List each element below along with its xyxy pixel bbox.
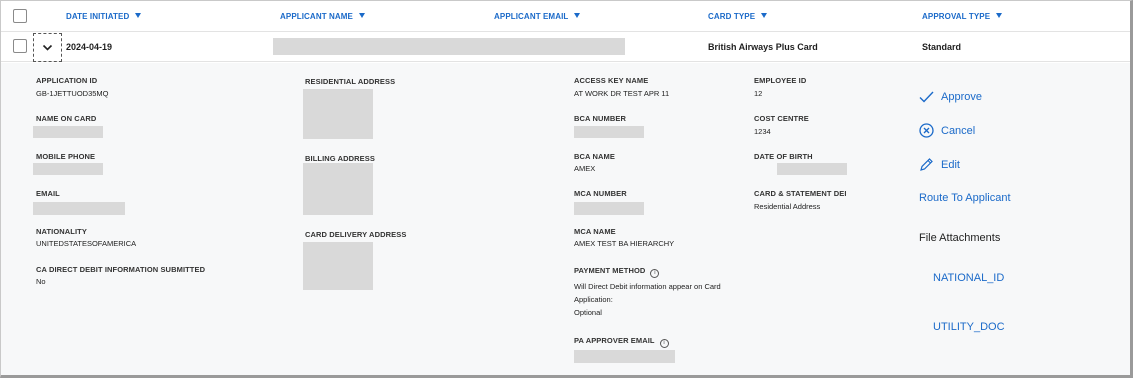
info-icon[interactable]: i — [659, 339, 669, 348]
column-label: CARD TYPE — [708, 12, 756, 21]
redacted-bca-number — [574, 126, 644, 138]
cancel-label: Cancel — [941, 124, 976, 137]
application-detail-panel: APPLICATION ID GB-1JETTUOD35MQ NAME ON C… — [1, 63, 1130, 375]
nationality-label: NATIONALITY — [36, 227, 87, 236]
redacted-mca-number — [574, 202, 644, 215]
payment-method-line1: Will Direct Debit information appear on … — [574, 282, 721, 291]
card-statement-label: CARD & STATEMENT DEI — [754, 189, 847, 198]
employee-id-label: EMPLOYEE ID — [754, 76, 807, 85]
row-expand-toggle[interactable] — [33, 33, 62, 62]
column-applicant-email[interactable]: APPLICANT EMAIL — [494, 12, 581, 21]
redacted-email — [33, 202, 125, 215]
column-label: APPLICANT EMAIL — [494, 12, 569, 21]
card-statement-value: Residential Address — [754, 202, 821, 211]
date-of-birth-label: DATE OF BIRTH — [754, 152, 813, 161]
redacted-mobile-phone — [33, 163, 103, 175]
column-label: APPROVAL TYPE — [922, 12, 991, 21]
cost-centre-label: COST CENTRE — [754, 114, 809, 123]
bca-name-value: AMEX — [574, 164, 596, 173]
sort-caret-icon — [135, 13, 142, 18]
route-label: Route To Applicant — [919, 192, 1011, 204]
table-row: 2024-04-19 British Airways Plus Card Sta… — [1, 32, 1130, 62]
email-label: EMAIL — [36, 189, 60, 198]
column-approval-type[interactable]: APPROVAL TYPE — [922, 12, 1003, 21]
access-key-name-label: ACCESS KEY NAME — [574, 76, 649, 85]
application-id-label: APPLICATION ID — [36, 76, 98, 85]
payment-method-label: PAYMENT METHOD i — [574, 266, 660, 278]
column-label: DATE INITIATED — [66, 12, 130, 21]
sort-caret-icon — [358, 13, 365, 18]
redacted-applicant-name-email — [273, 38, 625, 55]
payment-method-line3: Optional — [574, 308, 602, 317]
column-date-initiated[interactable]: DATE INITIATED — [66, 12, 142, 21]
bca-name-label: BCA NAME — [574, 152, 615, 161]
redacted-pa-approver-email — [574, 350, 675, 363]
cancel-button[interactable]: Cancel — [919, 123, 975, 138]
checkmark-icon — [919, 91, 934, 103]
attachment-national-id-link[interactable]: NATIONAL_ID — [933, 272, 1004, 284]
payment-method-line2: Application: — [574, 295, 613, 304]
card-type-cell: British Airways Plus Card — [708, 42, 818, 52]
payment-method-label-text: PAYMENT METHOD — [574, 266, 646, 275]
mca-name-label: MCA NAME — [574, 227, 616, 236]
pa-approver-email-label: PA APPROVER EMAIL i — [574, 336, 669, 348]
mca-name-value: AMEX TEST BA HIERARCHY — [574, 239, 675, 248]
application-id-value: GB-1JETTUOD35MQ — [36, 89, 109, 98]
employee-id-value: 12 — [754, 89, 763, 98]
mca-number-label: MCA NUMBER — [574, 189, 627, 198]
access-key-name-value: AT WORK DR TEST APR 11 — [574, 89, 670, 98]
attachment-utility-doc-link[interactable]: UTILITY_DOC — [933, 321, 1005, 333]
pa-approver-email-label-text: PA APPROVER EMAIL — [574, 336, 655, 345]
bca-number-label: BCA NUMBER — [574, 114, 626, 123]
sort-caret-icon — [996, 13, 1003, 18]
redacted-residential-address — [303, 89, 373, 139]
billing-address-label: BILLING ADDRESS — [305, 154, 375, 163]
mobile-phone-label: MOBILE PHONE — [36, 152, 96, 161]
sort-caret-icon — [574, 13, 581, 18]
date-initiated-cell: 2024-04-19 — [66, 42, 113, 52]
redacted-card-delivery-address — [303, 242, 373, 290]
route-to-applicant-button[interactable]: Route To Applicant — [919, 192, 1011, 204]
file-attachments-heading: File Attachments — [919, 232, 1001, 244]
ca-direct-debit-label: CA DIRECT DEBIT INFORMATION SUBMITTED — [36, 265, 206, 274]
residential-address-label: RESIDENTIAL ADDRESS — [305, 77, 396, 86]
approve-button[interactable]: Approve — [919, 91, 982, 103]
select-all-checkbox[interactable] — [13, 9, 27, 23]
column-applicant-name[interactable]: APPLICANT NAME — [280, 12, 365, 21]
card-delivery-address-label: CARD DELIVERY ADDRESS — [305, 230, 407, 239]
row-checkbox[interactable] — [13, 39, 27, 53]
column-card-type[interactable]: CARD TYPE — [708, 12, 768, 21]
nationality-value: UNITEDSTATESOFAMERICA — [36, 239, 137, 248]
table-header: DATE INITIATED APPLICANT NAME APPLICANT … — [1, 1, 1130, 32]
chevron-down-icon — [42, 44, 53, 51]
redacted-name-on-card — [33, 126, 103, 138]
name-on-card-label: NAME ON CARD — [36, 114, 97, 123]
sort-caret-icon — [761, 13, 768, 18]
edit-button[interactable]: Edit — [919, 157, 960, 172]
cost-centre-value: 1234 — [754, 127, 771, 136]
approve-label: Approve — [941, 91, 982, 103]
pencil-icon — [920, 158, 933, 171]
info-icon[interactable]: i — [650, 269, 660, 278]
edit-label: Edit — [941, 158, 960, 171]
redacted-billing-address — [303, 163, 373, 215]
approval-type-cell: Standard — [922, 42, 962, 52]
redacted-date-of-birth — [777, 163, 847, 175]
column-label: APPLICANT NAME — [280, 12, 353, 21]
ca-direct-debit-value: No — [36, 277, 46, 286]
cancel-circle-icon — [919, 123, 934, 138]
